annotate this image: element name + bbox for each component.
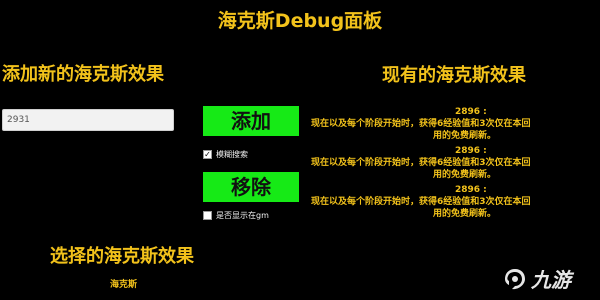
effect-item[interactable]: 2896 : 现在以及每个阶段开始时，获得6经验值和3次仅在本回 用的免费刷新。 bbox=[305, 145, 595, 181]
effect-item[interactable]: 2896 : 现在以及每个阶段开始时，获得6经验值和3次仅在本回 用的免费刷新。 bbox=[305, 106, 595, 142]
effect-description: 现在以及每个阶段开始时，获得6经验值和3次仅在本回 bbox=[311, 197, 531, 207]
select-section-title: 选择的海克斯效果 bbox=[50, 246, 194, 267]
hero-id-input[interactable] bbox=[2, 109, 174, 131]
effect-id: 2896 : bbox=[455, 146, 487, 156]
fuzzy-search-option[interactable]: ✓ 模糊搜索 bbox=[203, 149, 248, 160]
effect-description: 现在以及每个阶段开始时，获得6经验值和3次仅在本回 bbox=[311, 158, 531, 168]
remove-button[interactable]: 移除 bbox=[203, 172, 299, 202]
existing-section-title: 现有的海克斯效果 bbox=[382, 65, 526, 86]
existing-effects-list: 2896 : 现在以及每个阶段开始时，获得6经验值和3次仅在本回 用的免费刷新。… bbox=[305, 106, 595, 223]
show-in-gm-label: 是否显示在gm bbox=[216, 211, 269, 220]
jiuyou-logo-icon bbox=[505, 268, 525, 289]
fuzzy-search-checkbox[interactable]: ✓ bbox=[203, 150, 212, 159]
show-in-gm-checkbox[interactable] bbox=[203, 211, 212, 220]
watermark-text: 九游 bbox=[531, 268, 571, 292]
fuzzy-search-label: 模糊搜索 bbox=[216, 150, 248, 159]
selected-hex-effect: 海克斯 bbox=[110, 280, 138, 290]
effect-description: 现在以及每个阶段开始时，获得6经验值和3次仅在本回 bbox=[311, 119, 531, 129]
effect-description-cont: 用的免费刷新。 bbox=[433, 170, 497, 180]
effect-description-cont: 用的免费刷新。 bbox=[433, 131, 497, 141]
watermark: 九游 bbox=[503, 264, 571, 293]
effect-description-cont: 用的免费刷新。 bbox=[433, 209, 497, 219]
effect-id: 2896 : bbox=[455, 107, 487, 117]
add-button[interactable]: 添加 bbox=[203, 106, 299, 136]
effect-id: 2896 : bbox=[455, 185, 487, 195]
panel-title: 海克斯Debug面板 bbox=[217, 10, 383, 32]
add-section-title: 添加新的海克斯效果 bbox=[2, 64, 164, 85]
effect-item[interactable]: 2896 : 现在以及每个阶段开始时，获得6经验值和3次仅在本回 用的免费刷新。 bbox=[305, 184, 595, 220]
show-in-gm-option[interactable]: 是否显示在gm bbox=[203, 210, 269, 221]
